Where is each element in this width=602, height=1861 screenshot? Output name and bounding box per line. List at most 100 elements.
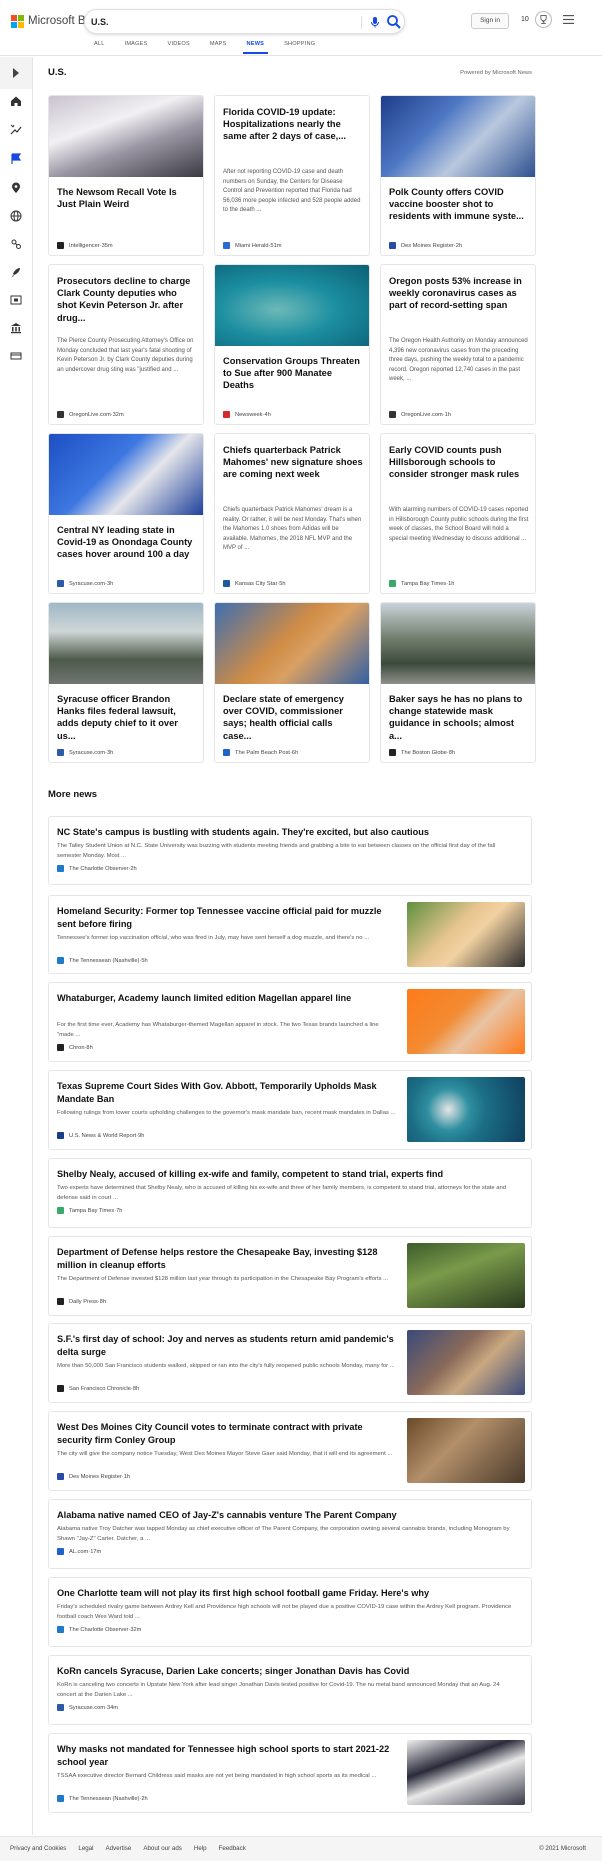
news-item-source[interactable]: AL.com · 17m — [57, 1548, 101, 1555]
news-card-title[interactable]: Chiefs quarterback Patrick Mahomes' new … — [223, 444, 363, 481]
news-card-source[interactable]: Syracuse.com · 3h — [57, 749, 113, 756]
news-card-source[interactable]: OregonLive.com · 32m — [57, 411, 124, 418]
sign-in-button[interactable]: Sign in — [471, 13, 509, 29]
politics-icon[interactable] — [10, 322, 22, 334]
news-list-item[interactable]: Texas Supreme Court Sides With Gov. Abbo… — [48, 1070, 532, 1150]
tab-shopping[interactable]: SHOPPING — [274, 40, 325, 54]
rocket-icon[interactable] — [10, 266, 22, 278]
home-icon[interactable] — [10, 95, 22, 107]
news-card-image[interactable] — [49, 603, 203, 684]
news-card[interactable]: Baker says he has no plans to change sta… — [380, 602, 536, 763]
news-card-source[interactable]: Syracuse.com · 3h — [57, 580, 113, 587]
tab-images[interactable]: IMAGES — [115, 40, 158, 54]
news-item-thumbnail[interactable] — [407, 902, 525, 967]
news-card-source[interactable]: OregonLive.com · 1h — [389, 411, 451, 418]
microphone-icon[interactable] — [368, 15, 382, 29]
news-card[interactable]: Central NY leading state in Covid-19 as … — [48, 433, 204, 594]
rail-expand-button[interactable] — [0, 57, 32, 89]
news-list-item[interactable]: Department of Defense helps restore the … — [48, 1236, 532, 1316]
tab-videos[interactable]: VIDEOS — [158, 40, 200, 54]
news-card[interactable]: Conservation Groups Threaten to Sue afte… — [214, 264, 370, 425]
news-card-title[interactable]: Declare state of emergency over COVID, c… — [223, 693, 363, 742]
news-item-title[interactable]: Department of Defense helps restore the … — [57, 1246, 397, 1272]
hamburger-menu-icon[interactable] — [563, 15, 574, 24]
news-list-item[interactable]: Shelby Nealy, accused of killing ex-wife… — [48, 1158, 532, 1228]
news-list-item[interactable]: Homeland Security: Former top Tennessee … — [48, 895, 532, 974]
news-item-title[interactable]: Whataburger, Academy launch limited edit… — [57, 992, 397, 1005]
news-item-thumbnail[interactable] — [407, 1740, 525, 1805]
flag-icon[interactable] — [10, 153, 22, 165]
news-card-title[interactable]: Syracuse officer Brandon Hanks files fed… — [57, 693, 197, 742]
news-card-title[interactable]: Prosecutors decline to charge Clark Coun… — [57, 275, 197, 324]
news-item-source[interactable]: The Tennessean (Nashville) · 2h — [57, 1795, 148, 1802]
trending-icon[interactable] — [10, 124, 22, 136]
news-card[interactable]: The Newsom Recall Vote Is Just Plain Wei… — [48, 95, 204, 256]
search-box[interactable] — [84, 9, 405, 34]
tab-all[interactable]: ALL — [84, 40, 115, 54]
news-card-source[interactable]: Kansas City Star · 5h — [223, 580, 286, 587]
news-list-item[interactable]: S.F.'s first day of school: Joy and nerv… — [48, 1323, 532, 1403]
news-list-item[interactable]: Why masks not mandated for Tennessee hig… — [48, 1733, 532, 1813]
news-card[interactable]: Prosecutors decline to charge Clark Coun… — [48, 264, 204, 425]
tab-news[interactable]: NEWS — [237, 40, 275, 54]
news-item-source[interactable]: The Charlotte Observer · 32m — [57, 1626, 141, 1633]
news-item-thumbnail[interactable] — [407, 1330, 525, 1395]
news-card-source[interactable]: Tampa Bay Times · 1h — [389, 580, 454, 587]
news-card-title[interactable]: Early COVID counts push Hillsborough sch… — [389, 444, 529, 481]
rewards-trophy-icon[interactable] — [535, 11, 552, 28]
news-item-title[interactable]: One Charlotte team will not play its fir… — [57, 1587, 517, 1600]
footer-link[interactable]: Feedback — [219, 1845, 246, 1852]
news-item-title[interactable]: Why masks not mandated for Tennessee hig… — [57, 1743, 397, 1769]
rewards-points[interactable]: 10 — [521, 16, 529, 23]
news-item-source[interactable]: U.S. News & World Report · 9h — [57, 1132, 144, 1139]
footer-link[interactable]: Help — [194, 1845, 207, 1852]
news-list-item[interactable]: Alabama native named CEO of Jay-Z's cann… — [48, 1499, 532, 1569]
news-card-source[interactable]: The Boston Globe · 8h — [389, 749, 455, 756]
science-icon[interactable] — [10, 238, 22, 250]
search-input[interactable] — [91, 15, 351, 29]
news-item-title[interactable]: NC State's campus is bustling with stude… — [57, 826, 517, 839]
news-item-thumbnail[interactable] — [407, 1243, 525, 1308]
news-item-title[interactable]: West Des Moines City Council votes to te… — [57, 1421, 397, 1447]
news-card-title[interactable]: Conservation Groups Threaten to Sue afte… — [223, 355, 363, 392]
news-card-source[interactable]: The Palm Beach Post · 6h — [223, 749, 298, 756]
footer-link[interactable]: Advertise — [106, 1845, 132, 1852]
news-item-source[interactable]: Syracuse.com · 34m — [57, 1704, 118, 1711]
news-card-title[interactable]: Baker says he has no plans to change sta… — [389, 693, 529, 742]
news-card-source[interactable]: Intelligencer · 35m — [57, 242, 113, 249]
news-list-item[interactable]: NC State's campus is bustling with stude… — [48, 816, 532, 885]
search-icon[interactable] — [386, 14, 402, 30]
news-card[interactable]: Chiefs quarterback Patrick Mahomes' new … — [214, 433, 370, 594]
news-item-title[interactable]: S.F.'s first day of school: Joy and nerv… — [57, 1333, 397, 1359]
news-card-image[interactable] — [215, 265, 369, 346]
news-card-title[interactable]: Oregon posts 53% increase in weekly coro… — [389, 275, 529, 312]
news-item-source[interactable]: San Francisco Chronicle · 8h — [57, 1385, 139, 1392]
news-item-thumbnail[interactable] — [407, 1077, 525, 1142]
powered-by[interactable]: Powered by Microsoft News — [460, 70, 532, 76]
news-card-source[interactable]: Des Moines Register · 2h — [389, 242, 462, 249]
news-card[interactable]: Syracuse officer Brandon Hanks files fed… — [48, 602, 204, 763]
news-list-item[interactable]: Whataburger, Academy launch limited edit… — [48, 982, 532, 1062]
news-item-source[interactable]: Tampa Bay Times · 7h — [57, 1207, 122, 1214]
news-card-source[interactable]: Miami Herald · 51m — [223, 242, 282, 249]
news-card-image[interactable] — [49, 96, 203, 177]
news-item-source[interactable]: Daily Press · 8h — [57, 1298, 106, 1305]
news-item-thumbnail[interactable] — [407, 1418, 525, 1483]
news-card-image[interactable] — [381, 96, 535, 177]
news-item-source[interactable]: Des Moines Register · 1h — [57, 1473, 130, 1480]
news-list-item[interactable]: One Charlotte team will not play its fir… — [48, 1577, 532, 1647]
news-item-source[interactable]: The Charlotte Observer · 2h — [57, 865, 137, 872]
news-card-image[interactable] — [215, 603, 369, 684]
news-card-source[interactable]: Newsweek · 4h — [223, 411, 271, 418]
news-card-image[interactable] — [49, 434, 203, 515]
entertainment-icon[interactable] — [10, 294, 22, 306]
news-item-title[interactable]: Shelby Nealy, accused of killing ex-wife… — [57, 1168, 517, 1181]
news-card[interactable]: Florida COVID-19 update: Hospitalization… — [214, 95, 370, 256]
news-card-title[interactable]: Polk County offers COVID vaccine booster… — [389, 186, 529, 223]
news-item-title[interactable]: KoRn cancels Syracuse, Darien Lake conce… — [57, 1665, 517, 1678]
news-item-source[interactable]: The Tennessean (Nashville) · 5h — [57, 957, 148, 964]
news-card[interactable]: Early COVID counts push Hillsborough sch… — [380, 433, 536, 594]
news-list-item[interactable]: KoRn cancels Syracuse, Darien Lake conce… — [48, 1655, 532, 1725]
footer-link[interactable]: Legal — [78, 1845, 93, 1852]
globe-icon[interactable] — [10, 210, 22, 222]
